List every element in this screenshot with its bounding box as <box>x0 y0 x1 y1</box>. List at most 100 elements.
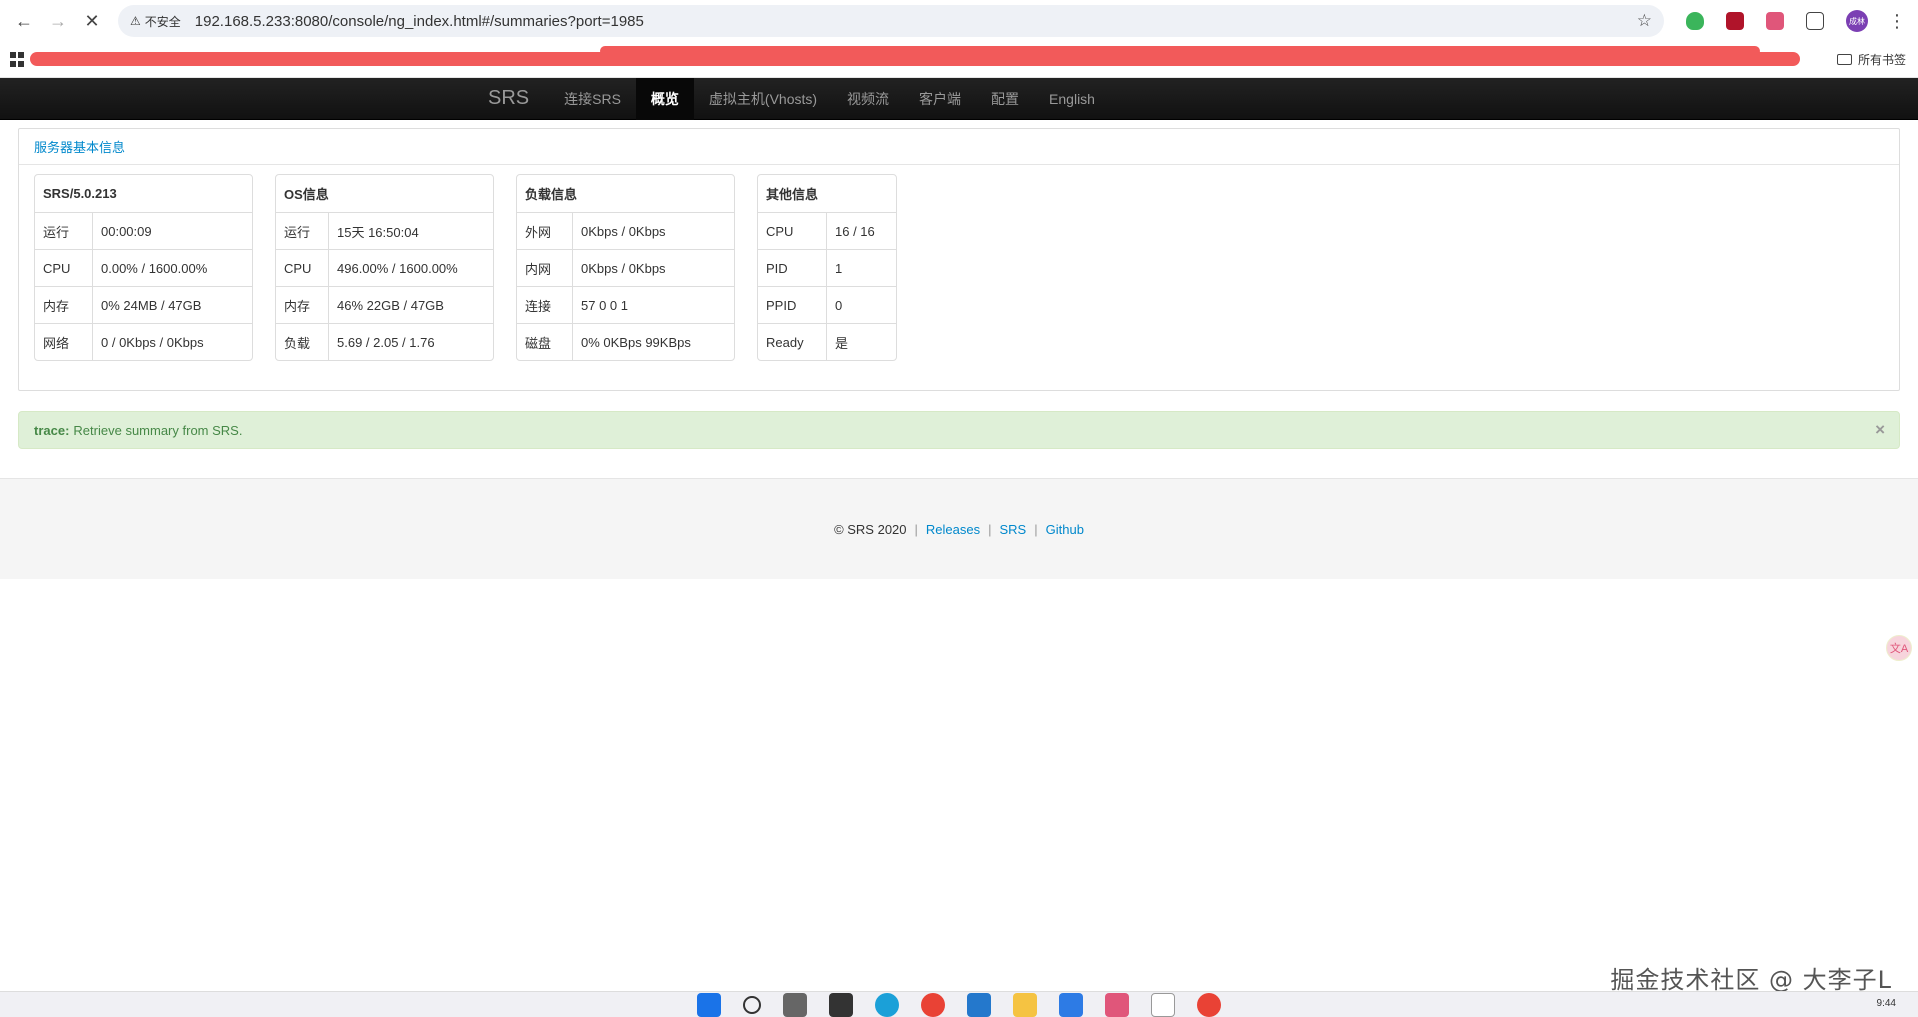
row-value: 46% 22GB / 47GB <box>328 286 493 323</box>
nav-connect-srs[interactable]: 连接SRS <box>549 78 636 120</box>
url-text[interactable]: 192.168.5.233:8080/console/ng_index.html… <box>195 13 1637 30</box>
main-content: 服务器基本信息 SRS/5.0.213 运行 00:00:09 CPU 0.00% … <box>0 120 1918 449</box>
nav-clients[interactable]: 客户端 <box>904 78 976 120</box>
table-row: 运行 15天 16:50:04 <box>276 212 493 249</box>
row-key: 内网 <box>517 249 572 286</box>
typora-icon[interactable] <box>1151 992 1175 1017</box>
todo-icon[interactable] <box>1059 992 1083 1017</box>
close-icon[interactable]: × <box>1875 420 1885 440</box>
row-value: 0Kbps / 0Kbps <box>572 212 734 249</box>
row-value: 0 / 0Kbps / 0Kbps <box>92 323 252 360</box>
row-key: PID <box>758 249 826 286</box>
profile-avatar[interactable]: 成林 <box>1846 10 1868 32</box>
table-row: CPU 16 / 16 <box>758 212 896 249</box>
row-value: 0.00% / 1600.00% <box>92 249 252 286</box>
row-value: 00:00:09 <box>92 212 252 249</box>
bookmark-star-icon[interactable]: ☆ <box>1637 11 1652 31</box>
app-icon[interactable] <box>1105 992 1129 1017</box>
insecure-label: 不安全 <box>144 14 181 29</box>
row-key: CPU <box>35 249 92 286</box>
start-icon[interactable] <box>697 992 721 1017</box>
table-row: 内存 0% 24MB / 47GB <box>35 286 252 323</box>
footer-separator: | <box>1034 521 1038 537</box>
apps-grid-icon[interactable] <box>10 51 26 68</box>
search-icon[interactable] <box>743 995 761 1014</box>
row-value: 0 <box>826 286 896 323</box>
nav-summary[interactable]: 概览 <box>635 77 694 120</box>
edge-icon[interactable] <box>875 992 899 1017</box>
all-bookmarks-label: 所有书签 <box>1857 53 1906 67</box>
forward-arrow-icon[interactable]: → <box>44 7 72 35</box>
alert-message: Retrieve summary from SRS. <box>73 422 243 438</box>
terminal-icon[interactable] <box>829 992 853 1017</box>
server-info-panel: 服务器基本信息 SRS/5.0.213 运行 00:00:09 CPU 0.00% … <box>18 128 1900 391</box>
row-key: 运行 <box>35 212 92 249</box>
nav-config[interactable]: 配置 <box>976 78 1034 120</box>
extensions-area: 成林 ⋮ <box>1686 7 1908 35</box>
row-value: 是 <box>826 323 896 360</box>
row-key: Ready <box>758 323 826 360</box>
task-view-icon[interactable] <box>783 992 807 1017</box>
row-value: 0% 24MB / 47GB <box>92 286 252 323</box>
row-key: 内存 <box>35 286 92 323</box>
table-row: PPID 0 <box>758 286 896 323</box>
alert-label: trace: <box>34 422 70 438</box>
stop-loading-icon[interactable]: ✕ <box>78 7 106 35</box>
os-info-table: OS信息 运行 15天 16:50:04 CPU 496.00% / 1600.00… <box>275 174 494 361</box>
row-key: 负载 <box>276 323 328 360</box>
table-row: 运行 00:00:09 <box>35 212 252 249</box>
table-row: 内存 46% 22GB / 47GB <box>276 286 493 323</box>
nav-vhosts[interactable]: 虚拟主机(Vhosts) <box>694 78 832 120</box>
srs-link[interactable]: SRS <box>1000 522 1027 537</box>
nav-english[interactable]: English <box>1034 78 1110 120</box>
translate-extension-icon[interactable] <box>1766 12 1784 30</box>
tray-clock: 9:44 <box>1876 998 1896 1009</box>
releases-link[interactable]: Releases <box>926 522 980 537</box>
trace-alert: trace: Retrieve summary from SRS. × <box>18 411 1900 449</box>
more-menu-icon[interactable]: ⋮ <box>1888 7 1906 35</box>
table-row: 连接 57 0 0 1 <box>517 286 734 323</box>
row-value: 57 0 0 1 <box>572 286 734 323</box>
table-row: CPU 0.00% / 1600.00% <box>35 249 252 286</box>
row-value: 5.69 / 2.05 / 1.76 <box>328 323 493 360</box>
row-key: 网络 <box>35 323 92 360</box>
table-row: PID 1 <box>758 249 896 286</box>
red-extension-icon[interactable] <box>1726 12 1744 30</box>
table-title: SRS/5.0.213 <box>43 186 117 201</box>
shield-extension-icon[interactable] <box>1686 12 1704 30</box>
table-row: Ready 是 <box>758 323 896 360</box>
chrome-icon[interactable] <box>921 992 945 1017</box>
table-row: 网络 0 / 0Kbps / 0Kbps <box>35 323 252 360</box>
chrome-icon[interactable] <box>1197 992 1221 1017</box>
folder-icon <box>1836 54 1852 65</box>
row-value: 16 / 16 <box>826 212 896 249</box>
table-row: 负载 5.69 / 2.05 / 1.76 <box>276 323 493 360</box>
row-value: 15天 16:50:04 <box>328 212 493 249</box>
nav-streams[interactable]: 视频流 <box>832 78 904 120</box>
row-key: 外网 <box>517 212 572 249</box>
row-value: 0Kbps / 0Kbps <box>572 249 734 286</box>
row-value: 1 <box>826 249 896 286</box>
vscode-icon[interactable] <box>967 992 991 1017</box>
brand-logo[interactable]: SRS <box>488 87 549 110</box>
table-row: CPU 496.00% / 1600.00% <box>276 249 493 286</box>
row-key: CPU <box>276 249 328 286</box>
address-bar[interactable]: ⚠ 不安全 192.168.5.233:8080/console/ng_inde… <box>118 5 1664 37</box>
file-explorer-icon[interactable] <box>1013 992 1037 1017</box>
page-footer: © SRS 2020 | Releases | SRS | Github <box>0 478 1918 579</box>
insecure-indicator[interactable]: ⚠ 不安全 <box>130 13 195 30</box>
panel-title: 服务器基本信息 <box>19 129 1899 165</box>
table-row: 外网 0Kbps / 0Kbps <box>517 212 734 249</box>
srs-info-table: SRS/5.0.213 运行 00:00:09 CPU 0.00% / 1600.0… <box>34 174 253 361</box>
github-link[interactable]: Github <box>1046 522 1084 537</box>
table-title: OS信息 <box>284 187 329 202</box>
row-key: 内存 <box>276 286 328 323</box>
translate-float-icon[interactable]: 文A <box>1886 635 1912 661</box>
browser-toolbar: ← → ✕ ⚠ 不安全 192.168.5.233:8080/console/n… <box>0 0 1918 42</box>
all-bookmarks-folder[interactable]: 所有书签 <box>1836 51 1906 68</box>
table-title: 负载信息 <box>525 187 578 202</box>
row-key: CPU <box>758 212 826 249</box>
row-key: 运行 <box>276 212 328 249</box>
back-arrow-icon[interactable]: ← <box>10 7 38 35</box>
puzzle-extensions-icon[interactable] <box>1806 12 1824 30</box>
